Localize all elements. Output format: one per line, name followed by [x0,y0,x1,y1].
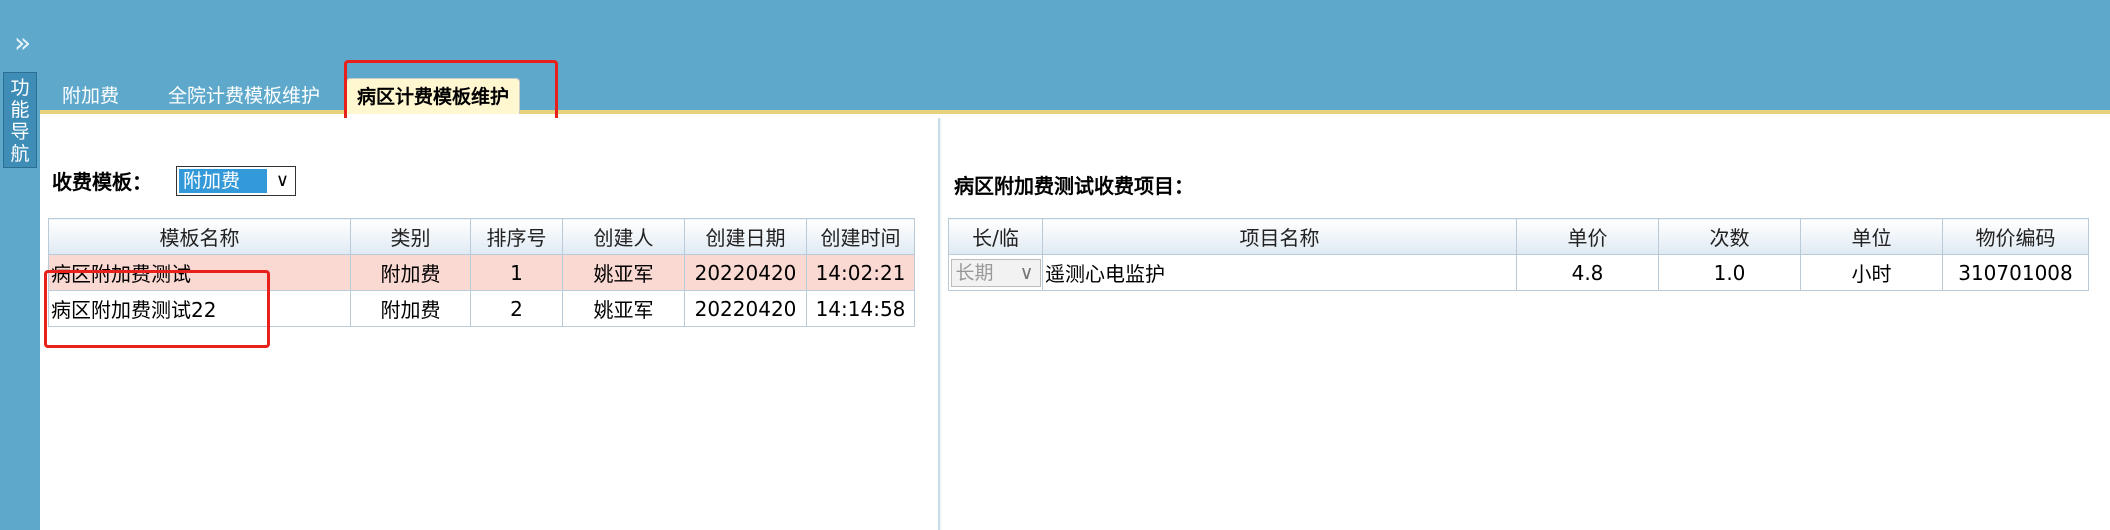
template-table: 模板名称 类别 排序号 创建人 创建日期 创建时间 病区附加费测试 附加费 1 … [48,218,915,327]
type-select-value: 长期 [955,261,994,284]
column-header[interactable]: 单位 [1800,218,1943,255]
left-pane: 收费模板： 附加费 ∨ 模板名称 类别 排序号 创建人 创建日期 创建时间 病区… [40,118,940,530]
column-header[interactable]: 模板名称 [48,218,351,255]
cell-creator: 姚亚军 [562,290,685,327]
column-header[interactable]: 物价编码 [1942,218,2089,255]
column-header[interactable]: 长/临 [948,218,1043,255]
table-header-row: 模板名称 类别 排序号 创建人 创建日期 创建时间 [48,218,915,255]
cell-create-time: 14:14:58 [806,290,915,327]
cell-unit: 小时 [1800,254,1943,291]
nav-tab-char: 能 [10,99,30,121]
cell-type: 长期 ∨ [948,254,1043,291]
cell-count: 1.0 [1658,254,1801,291]
template-select-value: 附加费 [179,169,267,193]
items-table: 长/临 项目名称 单价 次数 单位 物价编码 长期 ∨ 遥测心电监护 4.8 1… [948,218,2089,291]
items-title: 病区附加费测试收费项目： [954,174,1194,198]
template-select[interactable]: 附加费 ∨ [176,166,296,196]
column-header[interactable]: 单价 [1516,218,1659,255]
table-row[interactable]: 病区附加费测试 附加费 1 姚亚军 20220420 14:02:21 [48,254,915,291]
cell-category: 附加费 [350,254,471,291]
table-header-row: 长/临 项目名称 单价 次数 单位 物价编码 [948,218,2089,255]
top-bar: » [0,0,2110,72]
cell-create-date: 20220420 [684,290,807,327]
cell-sort-order: 1 [470,254,563,291]
cell-price-code: 310701008 [1942,254,2089,291]
table-row[interactable]: 长期 ∨ 遥测心电监护 4.8 1.0 小时 310701008 [948,254,2089,291]
function-nav-tab[interactable]: 功 能 导 航 [3,72,37,168]
column-header[interactable]: 项目名称 [1042,218,1517,255]
nav-tab-char: 导 [10,121,30,143]
column-header[interactable]: 创建人 [562,218,685,255]
column-header[interactable]: 创建时间 [806,218,915,255]
cell-template-name: 病区附加费测试22 [48,290,351,327]
sidebar: 功 能 导 航 [0,72,40,530]
nav-tab-char: 航 [10,143,30,165]
tab-surcharge[interactable]: 附加费 [62,78,119,114]
tab-bar: 附加费 全院计费模板维护 病区计费模板维护 [40,72,2110,114]
column-header[interactable]: 次数 [1658,218,1801,255]
type-select[interactable]: 长期 ∨ [950,258,1041,287]
column-header[interactable]: 创建日期 [684,218,807,255]
tab-ward-template[interactable]: 病区计费模板维护 [346,78,520,114]
cell-template-name: 病区附加费测试 [48,254,351,291]
expand-icon[interactable]: » [14,28,31,58]
table-row[interactable]: 病区附加费测试22 附加费 2 姚亚军 20220420 14:14:58 [48,290,915,327]
column-header[interactable]: 排序号 [470,218,563,255]
cell-item-name: 遥测心电监护 [1042,254,1517,291]
right-pane: 病区附加费测试收费项目： 长/临 项目名称 单价 次数 单位 物价编码 长期 ∨… [942,118,2110,530]
cell-create-date: 20220420 [684,254,807,291]
cell-sort-order: 2 [470,290,563,327]
cell-creator: 姚亚军 [562,254,685,291]
chevron-down-icon: ∨ [275,170,289,191]
cell-price: 4.8 [1516,254,1659,291]
template-label: 收费模板： [52,170,152,194]
main-content: 附加费 全院计费模板维护 病区计费模板维护 收费模板： 附加费 ∨ 模板名称 类… [40,60,2110,530]
column-header[interactable]: 类别 [350,218,471,255]
tab-hospital-template[interactable]: 全院计费模板维护 [168,78,320,114]
chevron-down-icon: ∨ [1019,261,1034,284]
cell-category: 附加费 [350,290,471,327]
nav-tab-char: 功 [10,77,30,99]
cell-create-time: 14:02:21 [806,254,915,291]
